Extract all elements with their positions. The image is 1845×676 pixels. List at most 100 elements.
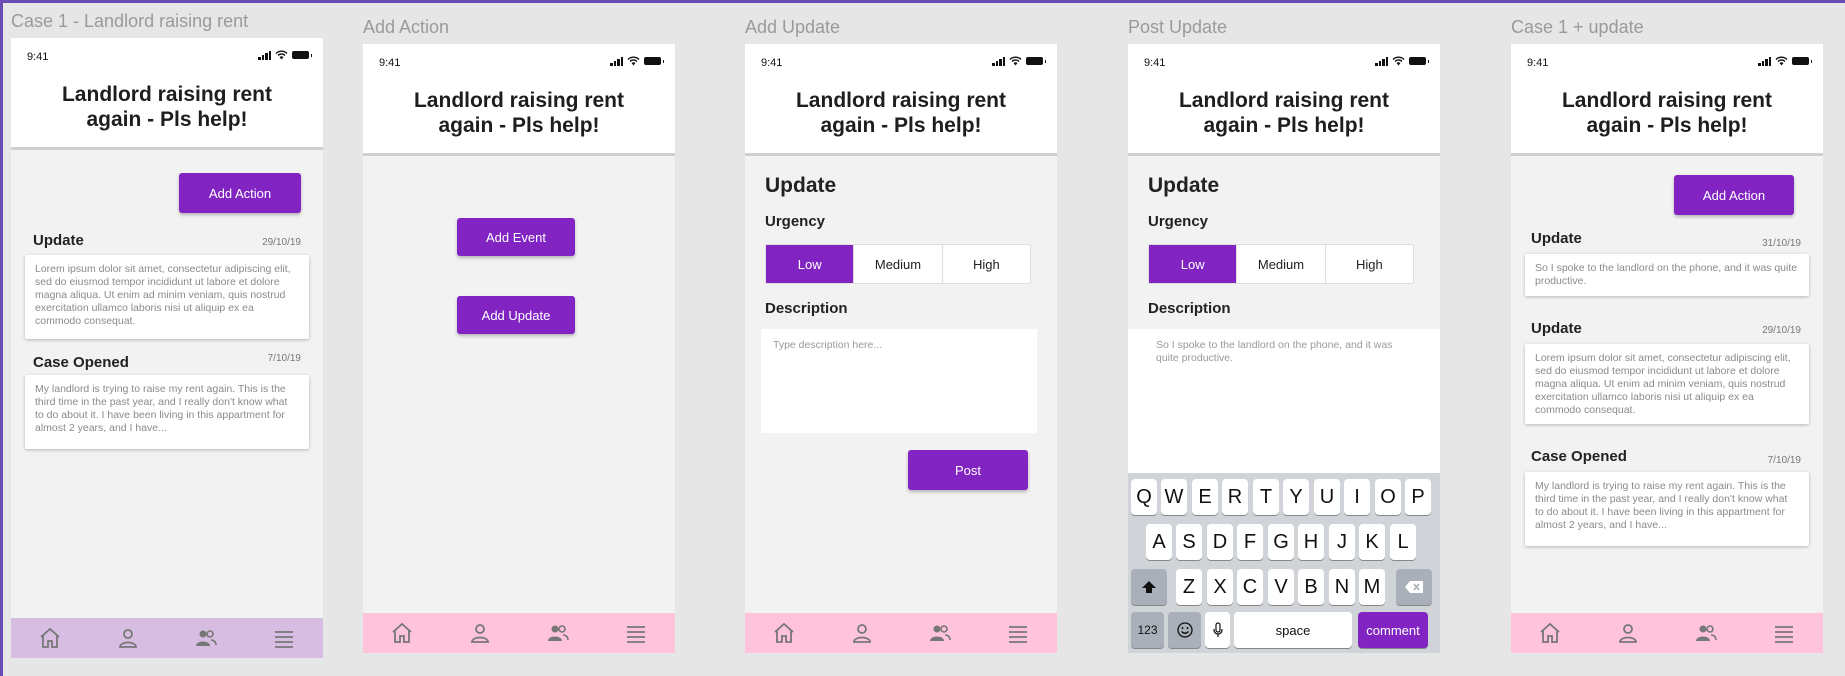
update-date: 29/10/19 xyxy=(1762,325,1801,336)
key-n[interactable]: N xyxy=(1329,569,1355,605)
key-m[interactable]: M xyxy=(1359,569,1385,605)
case-opened-heading: Case Opened xyxy=(33,354,129,371)
description-label: Description xyxy=(1148,300,1231,317)
key-d[interactable]: D xyxy=(1207,524,1233,560)
urgency-high-option[interactable]: High xyxy=(941,245,1030,283)
status-icons xyxy=(992,56,1046,66)
page-title: Landlord raising rent again - Pls help! xyxy=(1178,89,1390,137)
key-f[interactable]: F xyxy=(1237,524,1263,560)
update-date: 29/10/19 xyxy=(262,237,301,248)
bottom-nav xyxy=(745,613,1057,653)
key-i[interactable]: I xyxy=(1344,479,1370,515)
urgency-low-option[interactable]: Low xyxy=(766,245,854,283)
add-event-button[interactable]: Add Event xyxy=(457,218,575,256)
description-text: So I spoke to the landlord on the phone,… xyxy=(1156,339,1393,364)
key-c[interactable]: C xyxy=(1237,569,1263,605)
home-icon[interactable] xyxy=(772,621,796,645)
key-e[interactable]: E xyxy=(1192,479,1218,515)
community-icon[interactable] xyxy=(546,621,570,645)
community-icon[interactable] xyxy=(1694,621,1718,645)
wifi-icon xyxy=(627,56,640,66)
add-action-button[interactable]: Add Action xyxy=(179,173,301,213)
phone-case-1-update: 9:41 Landlord raising rent again - Pls h… xyxy=(1511,44,1823,653)
frame-label-add-action: Add Action xyxy=(363,17,450,37)
app-header: 9:41 Landlord raising rent again - Pls h… xyxy=(11,38,323,150)
community-icon[interactable] xyxy=(194,626,218,650)
page-title: Landlord raising rent again - Pls help! xyxy=(61,83,273,131)
battery-icon xyxy=(1026,57,1046,65)
status-time: 9:41 xyxy=(761,57,783,69)
key-k[interactable]: K xyxy=(1359,524,1385,560)
key-b[interactable]: B xyxy=(1298,569,1324,605)
case-opened-card[interactable]: My landlord is trying to raise my rent a… xyxy=(1525,472,1809,546)
form-title: Update xyxy=(765,174,837,197)
urgency-selector: Low Medium High xyxy=(765,244,1031,284)
menu-icon[interactable] xyxy=(1006,621,1030,645)
post-button[interactable]: Post xyxy=(908,450,1028,490)
form-title: Update xyxy=(1148,174,1220,197)
case-opened-date: 7/10/19 xyxy=(1767,455,1801,466)
menu-icon[interactable] xyxy=(272,626,296,650)
update-card[interactable]: Lorem ipsum dolor sit amet, consectetur … xyxy=(1525,344,1809,424)
shift-icon xyxy=(1142,581,1156,593)
case-opened-heading: Case Opened xyxy=(1531,448,1627,465)
key-u[interactable]: U xyxy=(1314,479,1340,515)
new-update-card[interactable]: So I spoke to the landlord on the phone,… xyxy=(1525,254,1809,296)
status-icons xyxy=(1375,56,1429,66)
profile-icon[interactable] xyxy=(1616,621,1640,645)
urgency-medium-option[interactable]: Medium xyxy=(853,245,941,283)
key-l[interactable]: L xyxy=(1390,524,1416,560)
profile-icon[interactable] xyxy=(116,626,140,650)
update-card[interactable]: Lorem ipsum dolor sit amet, consectetur … xyxy=(25,255,309,339)
key-j[interactable]: J xyxy=(1329,524,1355,560)
phone-post-update: 9:41 Landlord raising rent again - Pls h… xyxy=(1128,44,1440,653)
numbers-key[interactable]: 123 xyxy=(1131,612,1164,648)
key-q[interactable]: Q xyxy=(1131,479,1157,515)
urgency-medium-option[interactable]: Medium xyxy=(1236,245,1324,283)
key-p[interactable]: P xyxy=(1405,479,1431,515)
add-update-button[interactable]: Add Update xyxy=(457,296,575,334)
description-input[interactable]: Type description here... xyxy=(761,329,1037,433)
menu-icon[interactable] xyxy=(624,621,648,645)
shift-key[interactable] xyxy=(1131,569,1167,605)
home-icon[interactable] xyxy=(38,626,62,650)
community-icon[interactable] xyxy=(928,621,952,645)
status-time: 9:41 xyxy=(1527,57,1549,69)
bottom-nav xyxy=(1511,613,1823,653)
profile-icon[interactable] xyxy=(468,621,492,645)
home-icon[interactable] xyxy=(1538,621,1562,645)
key-v[interactable]: V xyxy=(1268,569,1294,605)
space-key[interactable]: space xyxy=(1234,612,1352,648)
urgency-low-option[interactable]: Low xyxy=(1149,245,1237,283)
key-y[interactable]: Y xyxy=(1283,479,1309,515)
urgency-label: Urgency xyxy=(765,213,826,230)
home-icon[interactable] xyxy=(390,621,414,645)
description-input[interactable]: So I spoke to the landlord on the phone,… xyxy=(1128,329,1440,475)
case-opened-date: 7/10/19 xyxy=(267,353,301,364)
key-g[interactable]: G xyxy=(1268,524,1294,560)
urgency-selector: Low Medium High xyxy=(1148,244,1414,284)
key-a[interactable]: A xyxy=(1146,524,1172,560)
backspace-key[interactable] xyxy=(1396,569,1432,605)
key-o[interactable]: O xyxy=(1375,479,1401,515)
urgency-high-option[interactable]: High xyxy=(1324,245,1413,283)
status-icons xyxy=(1758,56,1812,66)
comment-key[interactable]: comment xyxy=(1358,612,1428,648)
key-t[interactable]: T xyxy=(1253,479,1279,515)
page-title: Landlord raising rent again - Pls help! xyxy=(413,89,625,137)
key-z[interactable]: Z xyxy=(1176,569,1202,605)
status-icons xyxy=(258,50,312,60)
menu-icon[interactable] xyxy=(1772,621,1796,645)
signal-icon xyxy=(1375,56,1388,66)
key-r[interactable]: R xyxy=(1222,479,1248,515)
update-heading: Update xyxy=(33,232,84,249)
add-action-button[interactable]: Add Action xyxy=(1674,175,1794,215)
emoji-key[interactable] xyxy=(1168,612,1201,648)
key-w[interactable]: W xyxy=(1161,479,1187,515)
key-h[interactable]: H xyxy=(1298,524,1324,560)
case-opened-card[interactable]: My landlord is trying to raise my rent a… xyxy=(25,375,309,449)
dictation-key[interactable] xyxy=(1205,612,1230,648)
profile-icon[interactable] xyxy=(850,621,874,645)
key-x[interactable]: X xyxy=(1207,569,1233,605)
key-s[interactable]: S xyxy=(1176,524,1202,560)
